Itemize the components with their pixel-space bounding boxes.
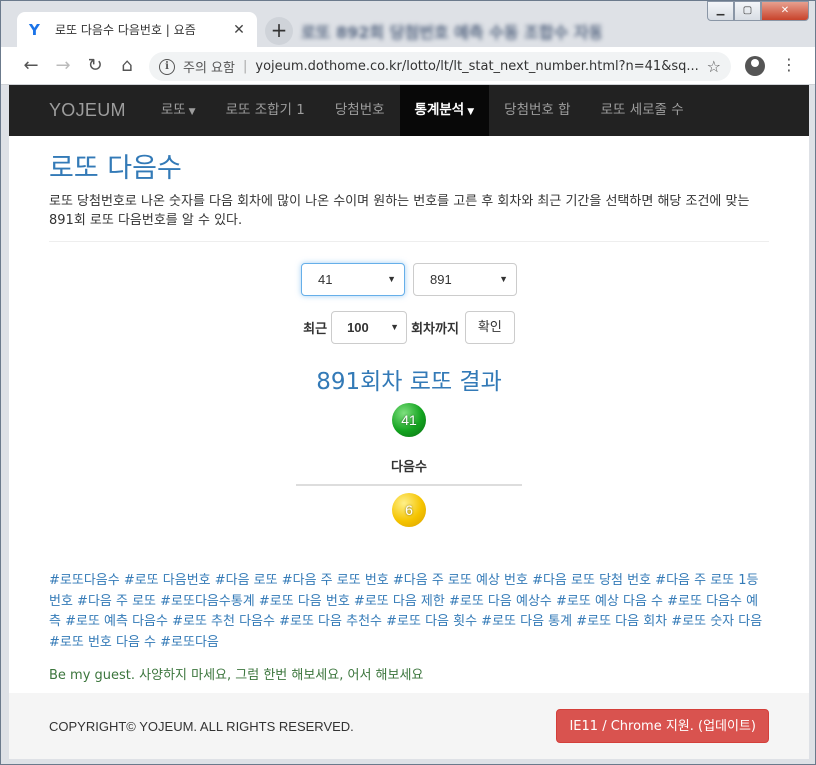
next-number-ball: 6 (392, 493, 426, 527)
nav-label: 당첨번호 (334, 102, 385, 118)
nav-label: 로또 조합기 1 (225, 102, 305, 118)
nav-label: 통계분석 (414, 102, 465, 118)
caret-down-icon: ▼ (467, 107, 475, 117)
nav-item-statistics[interactable]: 통계분석 ▼ (399, 85, 490, 136)
page-description: 로또 당첨번호로 나온 숫자를 다음 회차에 많이 나온 수이며 원하는 번호를… (49, 194, 750, 228)
tab-title: 로또 다음수 다음번호 | 요즘 (55, 23, 196, 37)
back-icon[interactable]: ← (19, 54, 43, 78)
nav-label: 로또 (160, 102, 186, 118)
update-button[interactable]: IE11 / Chrome 지원. (업데이트) (556, 709, 769, 743)
page-title: 로또 다음수 (49, 153, 182, 184)
url-text[interactable]: yojeum.dothome.co.kr/lotto/lt/lt_stat_ne… (255, 59, 700, 74)
next-number-label: 다음수 (391, 460, 427, 475)
recent-prefix-label: 최근 (303, 322, 328, 337)
browser-toolbar: ← → ↻ ⌂ i 주의 요함 | yojeum.dothome.co.kr/l… (1, 47, 815, 85)
browser-tab[interactable]: Y 로또 다음수 다음번호 | 요즘 ✕ (17, 12, 257, 47)
tab-close-icon[interactable]: ✕ (231, 22, 247, 38)
new-tab-button[interactable]: + (265, 17, 293, 45)
round-select[interactable]: 891 ▼ (413, 263, 517, 296)
maximize-button[interactable]: ▢ (734, 1, 761, 21)
number-select[interactable]: 41 ▼ (301, 263, 405, 296)
recent-count-select[interactable]: 100 ▼ (331, 311, 408, 344)
tab-strip: Y 로또 다음수 다음번호 | 요즘 ✕ + 로또 892회 당첨번호 예측 수… (1, 1, 815, 47)
close-window-button[interactable]: ✕ (761, 1, 809, 21)
minimize-button[interactable]: ▁ (707, 1, 734, 21)
nav-label: 로또 세로줄 수 (600, 102, 684, 118)
web-page: YOJEUM 로또 ▼ 로또 조합기 1 당첨번호 통계분석 ▼ 당첨번호 합 로또… (9, 85, 809, 759)
info-icon[interactable]: i (159, 58, 175, 75)
nav-item-vertical-count[interactable]: 로또 세로줄 수 (586, 85, 699, 136)
result-title: 891회차 로또 결과 (316, 369, 502, 395)
nav-item-lotto[interactable]: 로또 ▼ (146, 85, 211, 136)
next-number-divider (296, 484, 522, 486)
main-content: 로또 다음수 로또 당첨번호로 나온 숫자를 다음 회차에 많이 나온 수이며 … (9, 146, 809, 683)
site-navbar: YOJEUM 로또 ▼ 로또 조합기 1 당첨번호 통계분석 ▼ 당첨번호 합 로또… (9, 85, 809, 136)
browser-window: Y 로또 다음수 다음번호 | 요즘 ✕ + 로또 892회 당첨번호 예측 수… (0, 0, 816, 765)
site-footer: COPYRIGHT© YOJEUM. ALL RIGHTS RESERVED. … (9, 693, 809, 759)
round-select-value: 891 (430, 272, 452, 287)
omnibox-divider: | (242, 59, 248, 74)
caret-down-icon: ▼ (188, 107, 196, 117)
nav-item-combiner[interactable]: 로또 조합기 1 (211, 85, 320, 136)
background-window-title: 로또 892회 당첨번호 예측 수동 조합수 자동 주음 수 (301, 23, 601, 42)
forward-icon[interactable]: → (51, 54, 75, 78)
dropdown-arrow-icon: ▼ (387, 274, 396, 284)
nav-item-winning-sum[interactable]: 당첨번호 합 (489, 85, 585, 136)
confirm-button[interactable]: 확인 (464, 311, 515, 344)
recent-select-value: 100 (347, 320, 369, 335)
nav-item-winning-numbers[interactable]: 당첨번호 (320, 85, 400, 136)
site-brand[interactable]: YOJEUM (49, 100, 126, 121)
menu-icon[interactable]: ⋮ (781, 55, 797, 75)
favicon-icon: Y (29, 20, 40, 39)
recent-range-row: 최근 100 ▼ 회차까지 확인 (49, 311, 769, 344)
nav-label: 당첨번호 합 (504, 102, 571, 118)
account-icon[interactable] (745, 56, 765, 76)
bookmark-star-icon[interactable]: ☆ (707, 57, 721, 76)
guest-message: Be my guest. 사양하지 마세요, 그럼 한번 해보세요, 어서 해보… (49, 668, 424, 683)
dropdown-arrow-icon: ▼ (499, 274, 508, 284)
recent-suffix-label: 회차까지 (411, 322, 459, 337)
hashtag-list[interactable]: #로또다음수 #로또 다음번호 #다음 로또 #다음 주 로또 번호 #다음 주… (49, 571, 769, 653)
number-select-value: 41 (318, 272, 333, 287)
selector-row: 41 ▼ 891 ▼ (49, 263, 769, 296)
dropdown-arrow-icon: ▼ (390, 322, 400, 332)
home-icon[interactable]: ⌂ (115, 54, 139, 78)
selected-number-ball: 41 (392, 403, 426, 437)
security-status: 주의 요함 (183, 61, 235, 76)
copyright-text: COPYRIGHT© YOJEUM. ALL RIGHTS RESERVED. (49, 718, 354, 734)
address-bar[interactable]: i 주의 요함 | yojeum.dothome.co.kr/lotto/lt/… (149, 52, 731, 81)
reload-icon[interactable]: ↻ (83, 54, 107, 78)
divider (49, 241, 769, 242)
